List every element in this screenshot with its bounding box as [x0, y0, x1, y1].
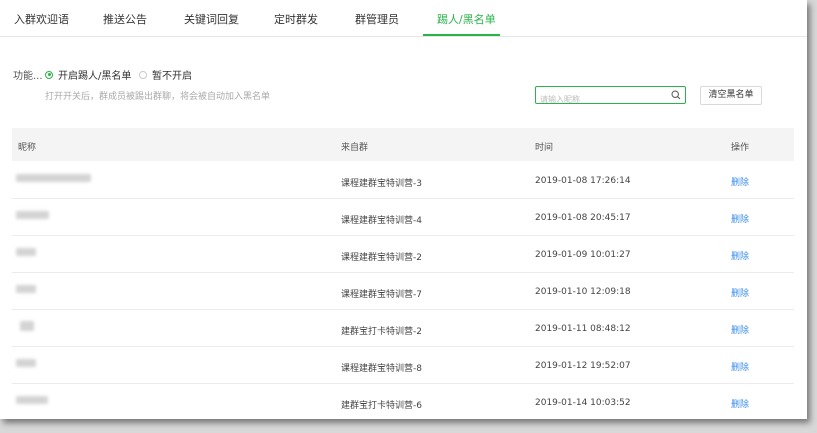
search-input[interactable] — [540, 92, 660, 107]
nickname-blurred — [16, 248, 36, 256]
table-row: 建群宝打卡特训营-6 2019-01-14 10:03:52 删除 — [12, 383, 794, 419]
table-row: 课程建群宝特训营-8 2019-01-12 19:52:07 删除 — [12, 346, 794, 384]
delete-link[interactable]: 删除 — [731, 175, 749, 188]
tab-welcome[interactable]: 入群欢迎语 — [14, 11, 69, 27]
tab-keyword-reply[interactable]: 关键词回复 — [184, 11, 239, 27]
table-row: 建群宝打卡特训营-2 2019-01-11 08:48:12 删除 — [12, 309, 794, 347]
table-row: 课程建群宝特训营-3 2019-01-08 17:26:14 删除 — [12, 161, 794, 199]
delete-link[interactable]: 删除 — [731, 249, 749, 262]
tab-announcement[interactable]: 推送公告 — [103, 11, 147, 27]
source-group: 课程建群宝特训营-8 — [341, 364, 422, 374]
timestamp: 2019-01-11 08:48:12 — [535, 324, 631, 334]
delete-link[interactable]: 删除 — [731, 360, 749, 373]
column-header-time: 时间 — [535, 143, 554, 153]
search-box — [535, 86, 686, 107]
function-label: 功能... — [13, 71, 43, 82]
app-window: 入群欢迎语 推送公告 关键词回复 定时群发 群管理员 踢人/黑名单 功能... … — [0, 0, 807, 419]
column-header-nickname: 昵称 — [18, 143, 37, 153]
nickname-blurred — [16, 211, 49, 219]
radio-checked-icon — [45, 70, 53, 79]
function-hint: 打开开关后，群成员被踢出群聊，将会被自动加入黑名单 — [45, 92, 271, 102]
nickname-blurred — [20, 321, 34, 331]
timestamp: 2019-01-08 17:26:14 — [535, 176, 631, 186]
radio-disable-label: 暂不开启 — [152, 71, 192, 82]
timestamp: 2019-01-10 12:09:18 — [535, 287, 631, 297]
table-row: 课程建群宝特训营-7 2019-01-10 12:09:18 删除 — [12, 272, 794, 310]
radio-disable-blacklist[interactable]: 暂不开启 — [139, 67, 192, 82]
source-group: 建群宝打卡特训营-6 — [341, 401, 422, 411]
delete-link[interactable]: 删除 — [731, 286, 749, 299]
nickname-blurred — [16, 285, 36, 293]
source-group: 课程建群宝特训营-2 — [341, 253, 422, 263]
timestamp: 2019-01-08 20:45:17 — [535, 213, 631, 223]
source-group: 建群宝打卡特训营-2 — [341, 327, 422, 337]
timestamp: 2019-01-09 10:01:27 — [535, 250, 631, 260]
delete-link[interactable]: 删除 — [731, 212, 749, 225]
radio-enable-blacklist[interactable]: 开启踢人/黑名单 — [45, 67, 131, 82]
table-row: 课程建群宝特训营-2 2019-01-09 10:01:27 删除 — [12, 235, 794, 273]
timestamp: 2019-01-14 10:03:52 — [535, 398, 631, 408]
source-group: 课程建群宝特训营-4 — [341, 216, 422, 226]
tab-bar: 入群欢迎语 推送公告 关键词回复 定时群发 群管理员 踢人/黑名单 — [0, 0, 807, 37]
source-group: 课程建群宝特训营-3 — [341, 179, 422, 189]
active-tab-indicator — [423, 34, 500, 36]
tab-group-admins[interactable]: 群管理员 — [355, 11, 399, 27]
timestamp: 2019-01-12 19:52:07 — [535, 361, 631, 371]
column-header-source-group: 来自群 — [341, 143, 369, 153]
nickname-blurred — [16, 359, 36, 367]
source-group: 课程建群宝特训营-7 — [341, 290, 422, 300]
clear-blacklist-button[interactable]: 清空黑名单 — [700, 86, 762, 105]
tab-kick-blacklist[interactable]: 踢人/黑名单 — [437, 11, 496, 27]
table-row: 课程建群宝特训营-4 2019-01-08 20:45:17 删除 — [12, 198, 794, 236]
delete-link[interactable]: 删除 — [731, 397, 749, 410]
column-header-action: 操作 — [731, 143, 750, 153]
radio-enable-label: 开启踢人/黑名单 — [58, 71, 132, 82]
search-icon[interactable] — [671, 90, 681, 100]
radio-unchecked-icon — [139, 70, 147, 79]
tab-scheduled-broadcast[interactable]: 定时群发 — [274, 11, 318, 27]
nickname-blurred — [16, 174, 91, 182]
table-header: 昵称 来自群 时间 操作 — [12, 128, 794, 161]
delete-link[interactable]: 删除 — [731, 323, 749, 336]
nickname-blurred — [16, 396, 48, 404]
